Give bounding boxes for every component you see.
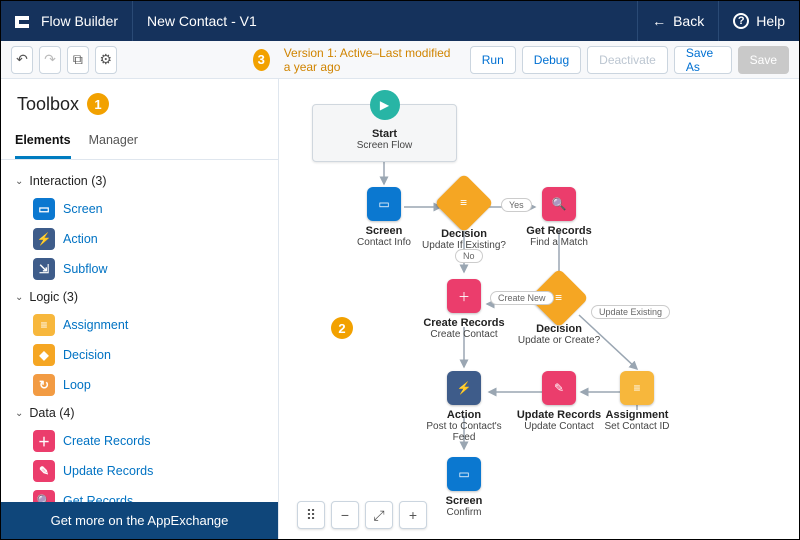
fit-button[interactable]: ⤢	[365, 501, 393, 529]
callout-1: 1	[87, 93, 109, 115]
node-decision-update-if-existing[interactable]: ≡ Decision Update If Existing?	[419, 182, 509, 251]
main: Toolbox 1 Elements Manager ⌄Interaction …	[1, 79, 799, 539]
callout-3: 3	[253, 49, 270, 71]
start-icon: ▶	[370, 90, 400, 120]
arrow-left-icon: ←	[652, 13, 666, 29]
create-records-icon: ＋	[33, 430, 55, 452]
app-header: Flow Builder New Contact - V1 ← Back ? H…	[1, 1, 799, 41]
chevron-down-icon: ⌄	[15, 176, 23, 187]
appexchange-link[interactable]: Get more on the AppExchange	[1, 502, 278, 539]
node-screen-contact-info[interactable]: ▭ Screen Contact Info	[339, 187, 429, 248]
minus-icon: −	[341, 507, 349, 523]
item-loop[interactable]: ↻Loop	[11, 370, 268, 400]
decision-icon: ◆	[33, 344, 55, 366]
assignment-icon: ≡	[33, 314, 55, 336]
item-screen[interactable]: ▭Screen	[11, 194, 268, 224]
redo-button[interactable]: ↷	[39, 46, 61, 74]
node-screen-confirm[interactable]: ▭ Screen Confirm	[419, 457, 509, 518]
brand-label: Flow Builder	[41, 13, 118, 29]
clipboard-icon: ⧉	[73, 51, 83, 68]
plus-icon: +	[409, 507, 417, 523]
redo-icon: ↷	[44, 51, 56, 68]
tab-elements[interactable]: Elements	[15, 125, 71, 159]
create-records-icon: ＋	[447, 279, 481, 313]
item-update-records[interactable]: ✎Update Records	[11, 456, 268, 486]
zoom-out-button[interactable]: −	[331, 501, 359, 529]
saveas-button[interactable]: Save As	[674, 46, 732, 74]
item-create-records[interactable]: ＋Create Records	[11, 426, 268, 456]
group-logic[interactable]: ⌄Logic (3)	[11, 284, 268, 310]
brand: Flow Builder	[1, 1, 133, 41]
run-button[interactable]: Run	[470, 46, 516, 74]
screen-icon: ▭	[367, 187, 401, 221]
version-status: Version 1: Active–Last modified a year a…	[284, 46, 458, 74]
edge-yes: Yes	[501, 198, 532, 212]
toolbox-title: Toolbox	[17, 94, 79, 115]
start-title: Start	[372, 128, 397, 140]
screen-icon: ▭	[447, 457, 481, 491]
node-update-records[interactable]: ✎ Update Records Update Contact	[514, 371, 604, 432]
node-action-post-feed[interactable]: ⚡ Action Post to Contact's Feed	[419, 371, 509, 443]
item-assignment[interactable]: ≡Assignment	[11, 310, 268, 340]
screen-icon: ▭	[33, 198, 55, 220]
chevron-down-icon: ⌄	[15, 292, 23, 303]
help-label: Help	[756, 13, 785, 29]
edge-update-existing: Update Existing	[591, 305, 670, 319]
loop-icon: ↻	[33, 374, 55, 396]
deactivate-button[interactable]: Deactivate	[587, 46, 668, 74]
select-icon: ⠿	[306, 507, 316, 524]
zoom-controls: ⠿ − ⤢ +	[297, 501, 427, 529]
flow-canvas[interactable]: ▶ Start Screen Flow ▭ Screen Contact Inf…	[279, 79, 799, 539]
help-icon: ?	[733, 13, 749, 29]
chevron-down-icon: ⌄	[15, 408, 23, 419]
flow-logo-icon	[15, 15, 33, 27]
toolbox-list: ⌄Interaction (3) ▭Screen ⚡Action ⇲Subflo…	[1, 160, 278, 502]
expand-icon: ⤢	[373, 507, 384, 524]
node-assignment[interactable]: ≡ Assignment Set Contact ID	[592, 371, 682, 432]
undo-icon: ↶	[16, 51, 28, 68]
subflow-icon: ⇲	[33, 258, 55, 280]
item-get-records[interactable]: 🔍Get Records	[11, 486, 268, 502]
flow-title: New Contact - V1	[133, 13, 271, 29]
node-start[interactable]: ▶ Start Screen Flow	[312, 104, 457, 162]
item-decision[interactable]: ◆Decision	[11, 340, 268, 370]
update-records-icon: ✎	[33, 460, 55, 482]
item-action[interactable]: ⚡Action	[11, 224, 268, 254]
back-button[interactable]: ← Back	[637, 1, 718, 41]
start-sub: Screen Flow	[357, 140, 413, 151]
toolbox-sidebar: Toolbox 1 Elements Manager ⌄Interaction …	[1, 79, 279, 539]
group-interaction[interactable]: ⌄Interaction (3)	[11, 168, 268, 194]
sidebar-tabs: Elements Manager	[1, 125, 278, 160]
edge-no: No	[455, 249, 483, 263]
gear-icon: ⚙	[100, 51, 113, 68]
get-records-icon: 🔍	[542, 187, 576, 221]
get-records-icon: 🔍	[33, 490, 55, 502]
debug-button[interactable]: Debug	[522, 46, 581, 74]
back-label: Back	[673, 13, 704, 29]
save-button[interactable]: Save	[738, 46, 789, 74]
decision-icon: ≡	[434, 173, 493, 232]
update-records-icon: ✎	[542, 371, 576, 405]
node-get-records[interactable]: 🔍 Get Records Find a Match	[514, 187, 604, 248]
edge-create-new: Create New	[490, 291, 554, 305]
help-button[interactable]: ? Help	[718, 1, 799, 41]
item-subflow[interactable]: ⇲Subflow	[11, 254, 268, 284]
assignment-icon: ≡	[620, 371, 654, 405]
group-data[interactable]: ⌄Data (4)	[11, 400, 268, 426]
action-icon: ⚡	[33, 228, 55, 250]
callout-2: 2	[331, 317, 353, 339]
copy-button[interactable]: ⧉	[67, 46, 89, 74]
settings-button[interactable]: ⚙	[95, 46, 117, 74]
undo-button[interactable]: ↶	[11, 46, 33, 74]
node-create-records[interactable]: ＋ Create Records Create Contact	[419, 279, 509, 340]
tab-manager[interactable]: Manager	[89, 125, 138, 159]
select-tool-button[interactable]: ⠿	[297, 501, 325, 529]
toolbar: ↶ ↷ ⧉ ⚙ 3 Version 1: Active–Last modifie…	[1, 41, 799, 79]
action-icon: ⚡	[447, 371, 481, 405]
